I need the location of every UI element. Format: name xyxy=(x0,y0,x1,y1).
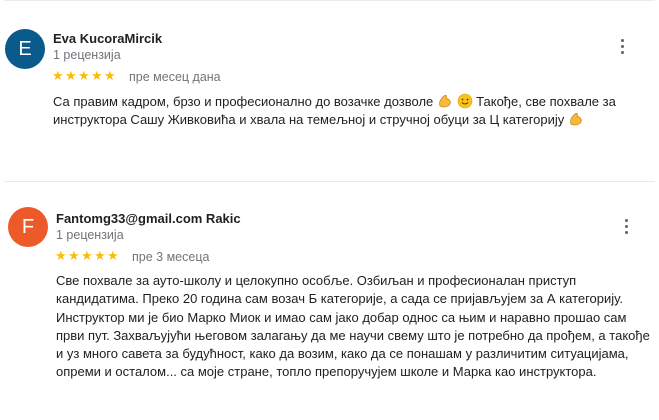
star-icon: ★ xyxy=(81,248,93,263)
star-rating: ★ ★ ★ ★ ★ xyxy=(55,248,119,263)
avatar-initial: E xyxy=(18,38,32,60)
review-date: пре 3 месеца xyxy=(132,250,210,264)
review-count: 1 рецензија xyxy=(53,48,121,62)
star-icon: ★ xyxy=(78,68,90,83)
review-date: пре месец дана xyxy=(129,70,221,84)
star-icon: ★ xyxy=(91,68,103,83)
flexed-biceps-icon xyxy=(439,94,451,108)
reviewer-name[interactable]: Eva KucoraMircik xyxy=(53,31,162,46)
review-card: F Fantomg33@gmail.com Rakic 1 рецензија … xyxy=(0,182,659,420)
review-text: Са правим кадром, брзо и професионално д… xyxy=(53,93,643,130)
review-count: 1 рецензија xyxy=(56,228,124,242)
star-icon: ★ xyxy=(55,248,67,263)
star-icon: ★ xyxy=(104,68,116,83)
more-options-icon[interactable] xyxy=(610,34,634,58)
review-text: Све похвале за ауто-школу и целокупно ос… xyxy=(56,273,650,380)
avatar-initial: F xyxy=(21,216,35,238)
flexed-biceps-icon xyxy=(570,113,582,126)
review-text-part1: Са правим кадром, брзо и професионално д… xyxy=(53,94,434,109)
star-icon: ★ xyxy=(68,248,80,263)
star-icon: ★ xyxy=(52,68,64,83)
star-icon: ★ xyxy=(65,68,77,83)
avatar[interactable]: E xyxy=(5,29,45,69)
review-card: E Eva KucoraMircik 1 рецензија ★ ★ ★ ★ ★… xyxy=(0,0,659,180)
more-options-icon[interactable] xyxy=(614,214,638,238)
avatar[interactable]: F xyxy=(8,207,48,247)
star-rating: ★ ★ ★ ★ ★ xyxy=(52,68,116,83)
star-icon: ★ xyxy=(107,248,119,263)
star-icon: ★ xyxy=(94,248,106,263)
reviewer-name[interactable]: Fantomg33@gmail.com Rakic xyxy=(56,211,241,226)
smiling-face-icon xyxy=(457,93,472,109)
